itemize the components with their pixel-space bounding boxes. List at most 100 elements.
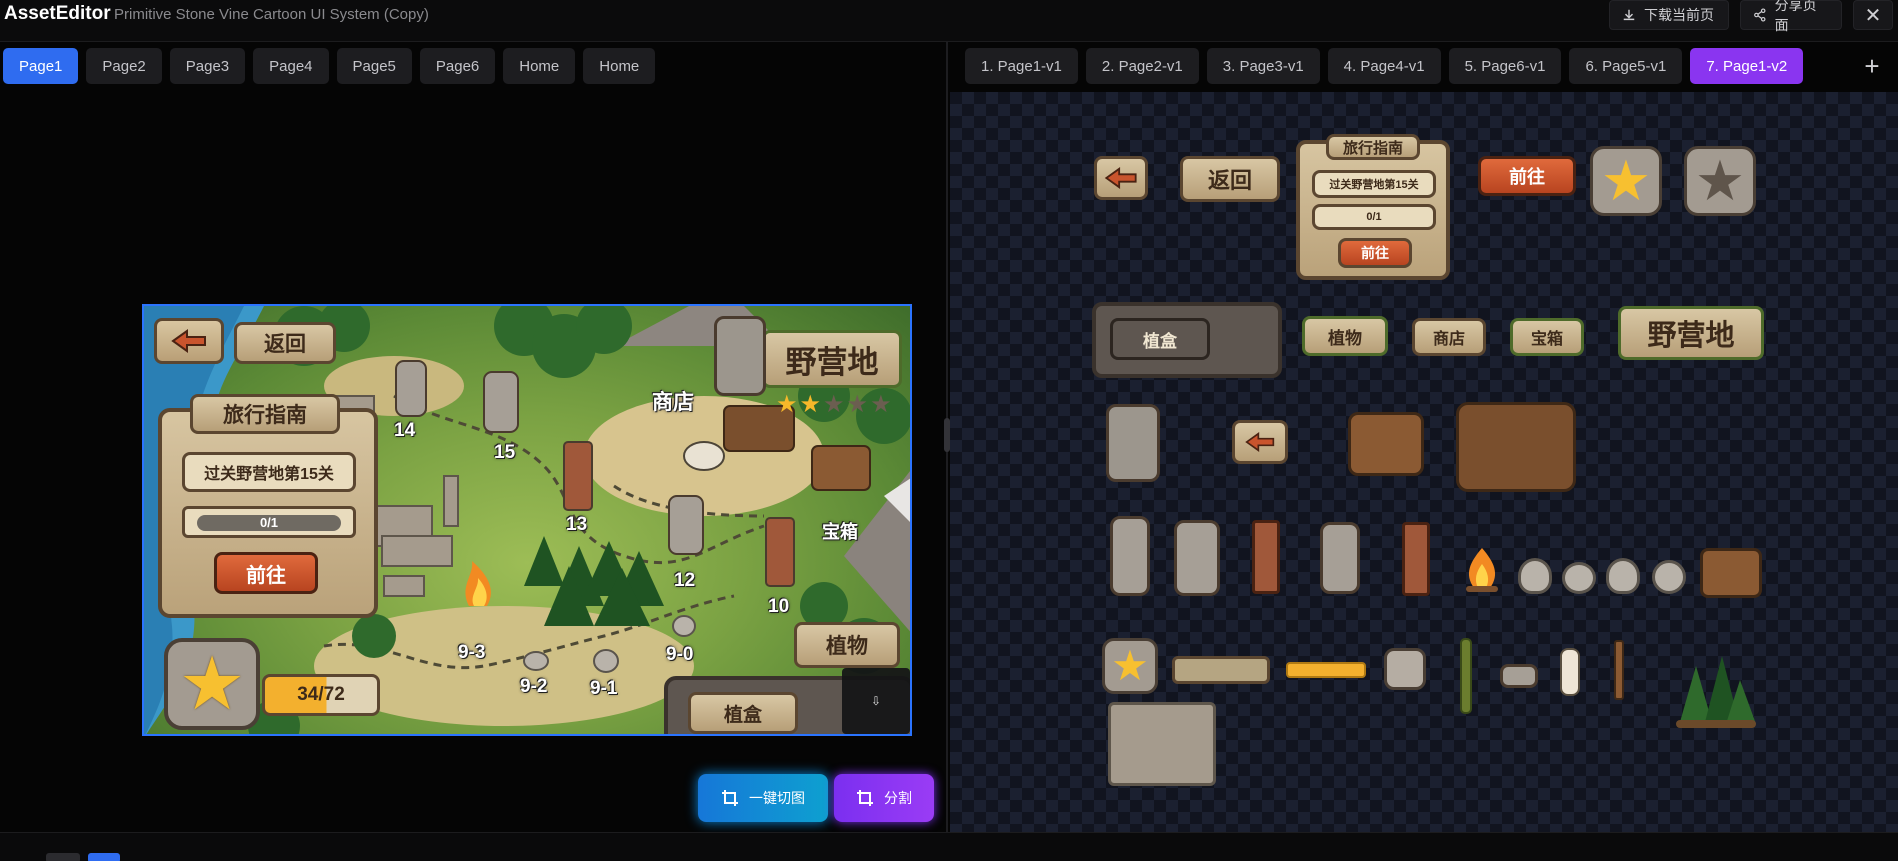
tab-page1[interactable]: Page1	[3, 48, 79, 84]
sprite-planter-panel[interactable]: 植盒	[1092, 302, 1282, 378]
back-arrow-button[interactable]	[154, 318, 224, 364]
document-title: Primitive Stone Vine Cartoon UI System (…	[114, 6, 429, 23]
tab-version-4[interactable]: 4. Page4-v1	[1327, 48, 1441, 84]
split-label: 分割	[884, 790, 912, 806]
sprite-small-chest[interactable]	[1700, 548, 1762, 598]
tab-version-2[interactable]: 2. Page2-v1	[1085, 48, 1199, 84]
sprite-totem-stone-3[interactable]	[1320, 522, 1360, 594]
sprite-totem-wood-1[interactable]	[1252, 520, 1280, 594]
star-filled-icon: ★	[776, 391, 798, 418]
sprite-totem-wood-2[interactable]	[1402, 522, 1430, 596]
sprite-go-button[interactable]: 前往	[1478, 156, 1576, 196]
star-empty-icon: ★	[823, 391, 845, 418]
download-overlay-button[interactable]: ⇩	[842, 668, 910, 734]
tab-page6[interactable]: Page6	[419, 48, 496, 84]
sprite-guide-panel[interactable]: 旅行指南 过关野营地第15关 0/1 前往	[1296, 134, 1450, 280]
split-button[interactable]: 分割	[834, 774, 934, 822]
sprite-sheet-canvas[interactable]: 返回 旅行指南 过关野营地第15关 0/1 前往 前往 ★ ★ 植盒 植物 商店…	[950, 92, 1898, 832]
top-bar: AssetEditor Primitive Stone Vine Cartoon…	[0, 0, 1898, 42]
sprite-back-arrow[interactable]	[1094, 156, 1148, 200]
sprite-totem-stone-1[interactable]	[1110, 516, 1150, 596]
sprite-totem-stone-2[interactable]	[1174, 520, 1220, 596]
download-page-button[interactable]: 下载当前页	[1609, 0, 1729, 30]
tab-version-5[interactable]: 5. Page6-v1	[1448, 48, 1562, 84]
tab-page2[interactable]: Page2	[86, 48, 162, 84]
share-icon	[1754, 8, 1766, 22]
tab-version-1[interactable]: 1. Page1-v1	[965, 48, 1078, 84]
sprite-vine[interactable]	[1460, 638, 1472, 714]
sprite-bone[interactable]	[1560, 648, 1580, 696]
tab-page4[interactable]: Page4	[253, 48, 329, 84]
sprite-guide-progress: 0/1	[1312, 204, 1436, 230]
level-label-9-0[interactable]: 9-0	[666, 644, 693, 666]
tab-version-7[interactable]: 7. Page1-v2	[1690, 48, 1804, 84]
sprite-plants-button[interactable]: 植物	[1302, 316, 1388, 356]
sprite-guide-go: 前往	[1338, 238, 1412, 268]
tab-version-3[interactable]: 3. Page3-v1	[1206, 48, 1320, 84]
sprite-pedestal[interactable]	[1500, 664, 1538, 688]
star-badge: ★	[164, 638, 260, 730]
tab-version-6[interactable]: 6. Page5-v1	[1569, 48, 1683, 84]
tab-page5[interactable]: Page5	[336, 48, 412, 84]
guide-go-button[interactable]: 前往	[214, 552, 318, 594]
camp-sign: 野营地	[762, 330, 902, 388]
sprite-rock-1[interactable]	[1518, 558, 1552, 594]
tab-page3[interactable]: Page3	[169, 48, 246, 84]
sprite-progress-fill[interactable]	[1286, 662, 1366, 678]
planter-button[interactable]: 植盒	[688, 692, 798, 734]
level-label-10[interactable]: 10	[768, 596, 789, 618]
shop-label[interactable]: 商店	[652, 386, 694, 416]
game-preview[interactable]: 返回 野营地 商店 宝箱 ★ ★ ★ ★ ★ 旅行指南 过关野营地第15关 0/…	[142, 304, 912, 736]
sprite-guide-title: 旅行指南	[1326, 134, 1420, 160]
sprite-campfire[interactable]	[1460, 544, 1504, 594]
sprite-chest-button[interactable]: 宝箱	[1510, 318, 1584, 356]
share-page-button[interactable]: 分享页面	[1740, 0, 1842, 33]
sprite-star-empty[interactable]: ★	[1684, 146, 1756, 216]
level-label-12[interactable]: 12	[674, 570, 695, 592]
sprite-rock-4[interactable]	[1652, 560, 1686, 594]
tab-home-2[interactable]: Home	[583, 48, 656, 84]
page-tabs: Page1 Page2 Page3 Page4 Page5 Page6 Home…	[3, 48, 656, 84]
chest-label[interactable]: 宝箱	[822, 518, 858, 544]
sprite-stick[interactable]	[1614, 640, 1624, 700]
sprite-rock-3[interactable]	[1606, 558, 1640, 594]
sprite-ruins[interactable]	[1108, 702, 1216, 786]
sprite-camp-sign[interactable]: 野营地	[1618, 306, 1764, 360]
sprite-cart[interactable]	[1456, 402, 1576, 492]
level-label-9-3[interactable]: 9-3	[458, 642, 485, 664]
sprite-tiki-mask[interactable]	[1106, 404, 1160, 482]
download-page-label: 下载当前页	[1644, 7, 1714, 23]
sprite-pine-trees[interactable]	[1660, 646, 1760, 730]
zoom-chip-active[interactable]	[88, 853, 120, 861]
star-filled-icon: ★	[1600, 149, 1652, 212]
add-tab-button[interactable]: +	[1856, 48, 1888, 84]
sprite-bone-arrow[interactable]	[1232, 420, 1288, 464]
guide-subtitle: 过关野营地第15关	[182, 452, 356, 492]
star-empty-icon: ★	[1694, 149, 1746, 212]
level-label-9-2[interactable]: 9-2	[520, 676, 547, 698]
one-click-cut-button[interactable]: 一键切图	[698, 774, 828, 822]
back-button[interactable]: 返回	[234, 322, 336, 364]
sprite-rock-2[interactable]	[1562, 562, 1596, 594]
sprite-back-button[interactable]: 返回	[1180, 156, 1280, 202]
tab-home-1[interactable]: Home	[503, 48, 576, 84]
close-button[interactable]: ✕	[1853, 0, 1893, 30]
sprite-shop-button[interactable]: 商店	[1412, 318, 1486, 356]
star-filled-icon: ★	[799, 391, 822, 418]
level-label-13[interactable]: 13	[566, 514, 587, 536]
level-label-15[interactable]: 15	[494, 442, 515, 464]
score-bar: 34/72	[262, 674, 380, 716]
plants-button[interactable]: 植物	[794, 622, 900, 668]
version-tabs: 1. Page1-v1 2. Page2-v1 3. Page3-v1 4. P…	[965, 48, 1804, 84]
crop-icon	[722, 790, 738, 806]
sprite-progress-frame[interactable]	[1172, 656, 1270, 684]
level-label-14[interactable]: 14	[394, 420, 415, 442]
sprite-star-badge[interactable]: ★	[1102, 638, 1158, 694]
sprite-star-filled[interactable]: ★	[1590, 146, 1662, 216]
sprite-treasure-chest[interactable]	[1348, 412, 1424, 476]
zoom-chip[interactable]	[46, 853, 80, 861]
arrow-left-icon	[1245, 432, 1275, 452]
sprite-stone-tile[interactable]	[1384, 648, 1426, 690]
tiki-mask-icon	[714, 316, 766, 396]
level-label-9-1[interactable]: 9-1	[590, 678, 617, 700]
